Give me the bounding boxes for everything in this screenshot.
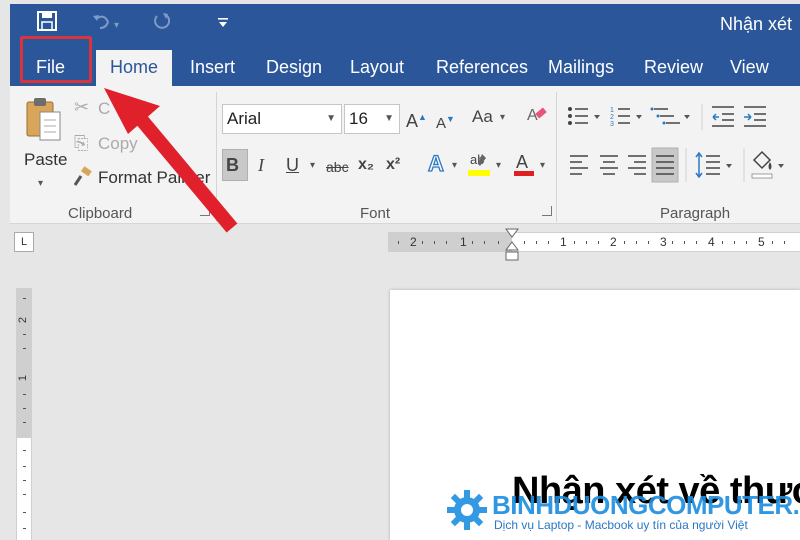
highlight-color-icon[interactable]: ab — [466, 150, 492, 183]
word-window: ▾ Nhận xét File Home Insert Design Layou… — [0, 0, 800, 540]
watermark-tagline: Dịch vụ Laptop - Macbook uy tín của ngườ… — [494, 518, 748, 532]
chevron-down-icon[interactable]: ▾ — [496, 160, 501, 171]
tab-mailings[interactable]: Mailings — [548, 52, 614, 86]
justify-button-bg — [651, 147, 679, 183]
tab-home[interactable]: Home — [96, 50, 173, 86]
vertical-ruler-ticks — [23, 298, 26, 529]
group-separator — [556, 92, 557, 222]
tab-selector[interactable]: L — [14, 232, 34, 252]
copy-icon[interactable]: ⎘ — [74, 132, 88, 154]
tab-layout[interactable]: Layout — [350, 52, 404, 86]
grow-font-icon[interactable]: A▲ — [406, 106, 427, 132]
line-spacing-icon[interactable] — [695, 151, 720, 179]
svg-text:1: 1 — [610, 107, 614, 114]
bullets-icon[interactable] — [568, 107, 588, 125]
tab-references[interactable]: References — [436, 52, 528, 86]
undo-icon[interactable] — [90, 10, 112, 38]
italic-button[interactable]: I — [258, 154, 264, 176]
group-separator — [216, 92, 217, 222]
chevron-down-icon[interactable]: ▾ — [452, 160, 457, 171]
chevron-down-icon: ▼ — [384, 113, 394, 124]
paste-label[interactable]: Paste — [24, 150, 67, 170]
svg-text:2: 2 — [610, 114, 614, 121]
align-left-icon[interactable] — [570, 155, 588, 175]
redo-icon[interactable] — [150, 10, 172, 38]
align-right-icon[interactable] — [628, 155, 646, 175]
svg-text:A: A — [428, 151, 444, 176]
increase-indent-icon[interactable] — [744, 106, 766, 127]
text-effects-icon[interactable]: A — [426, 150, 448, 181]
paragraph-controls: 1 2 3 — [568, 104, 784, 183]
font-color-icon[interactable]: A — [512, 150, 536, 183]
format-painter-label[interactable]: Format Painter — [98, 168, 210, 188]
file-tab-highlight-box — [20, 36, 92, 83]
strikethrough-button[interactable]: abc — [326, 156, 349, 178]
indent-marker[interactable] — [505, 228, 519, 262]
clipboard-group-label: Clipboard — [68, 205, 133, 222]
clear-formatting-icon[interactable]: A — [526, 104, 548, 133]
font-group-label: Font — [360, 205, 391, 222]
chevron-down-icon[interactable]: ▾ — [540, 160, 545, 171]
paste-icon[interactable] — [24, 96, 64, 144]
tab-review[interactable]: Review — [644, 52, 703, 86]
shading-icon[interactable] — [751, 150, 773, 179]
tab-design[interactable]: Design — [266, 52, 322, 86]
title-bar: ▾ Nhận xét — [10, 4, 800, 44]
change-case-icon[interactable]: Aa — [472, 106, 493, 128]
shrink-font-icon[interactable]: A▼ — [436, 108, 455, 135]
clipboard-launcher-icon[interactable] — [200, 206, 210, 216]
svg-text:A: A — [527, 107, 538, 124]
underline-button[interactable]: U — [286, 154, 299, 176]
ruler-ticks — [398, 241, 785, 244]
cut-icon[interactable]: ✂ — [74, 96, 89, 118]
cut-label[interactable]: C — [98, 99, 110, 119]
chevron-down-icon[interactable]: ▾ — [310, 160, 315, 171]
font-name-value: Arial — [227, 109, 262, 128]
chevron-down-icon[interactable]: ▾ — [500, 112, 505, 123]
numbering-icon[interactable]: 1 2 3 — [610, 107, 630, 128]
chevron-down-icon: ▼ — [326, 113, 336, 124]
watermark-brand: BINHDUONGCOMPUTER.VN — [492, 490, 800, 520]
tab-view[interactable]: View — [730, 52, 769, 86]
window-title: Nhận xét — [719, 14, 792, 34]
align-center-icon[interactable] — [600, 155, 618, 175]
paste-dropdown-icon[interactable]: ▾ — [38, 178, 43, 189]
tab-insert[interactable]: Insert — [190, 52, 235, 86]
font-size-select[interactable]: 16 ▼ — [344, 104, 400, 134]
font-launcher-icon[interactable] — [542, 206, 552, 216]
font-size-value: 16 — [349, 109, 368, 128]
decrease-indent-icon[interactable] — [712, 106, 734, 127]
superscript-button[interactable]: x² — [386, 154, 400, 176]
paragraph-group-label: Paragraph — [660, 205, 731, 222]
font-name-select[interactable]: Arial ▼ — [222, 104, 342, 134]
svg-text:3: 3 — [610, 121, 614, 128]
customize-quick-access-icon[interactable] — [216, 12, 230, 36]
save-icon[interactable] — [36, 10, 58, 38]
svg-text:A: A — [516, 152, 528, 172]
undo-dropdown-icon[interactable]: ▾ — [114, 14, 119, 38]
bold-button[interactable]: B — [226, 154, 239, 176]
format-painter-icon[interactable] — [72, 166, 94, 193]
subscript-button[interactable]: x₂ — [358, 154, 374, 176]
gear-logo-icon — [447, 490, 487, 530]
copy-label[interactable]: Copy — [98, 134, 138, 154]
multilevel-list-icon[interactable] — [650, 107, 681, 125]
ribbon-tab-bar: File Home Insert Design Layout Reference… — [10, 44, 800, 86]
